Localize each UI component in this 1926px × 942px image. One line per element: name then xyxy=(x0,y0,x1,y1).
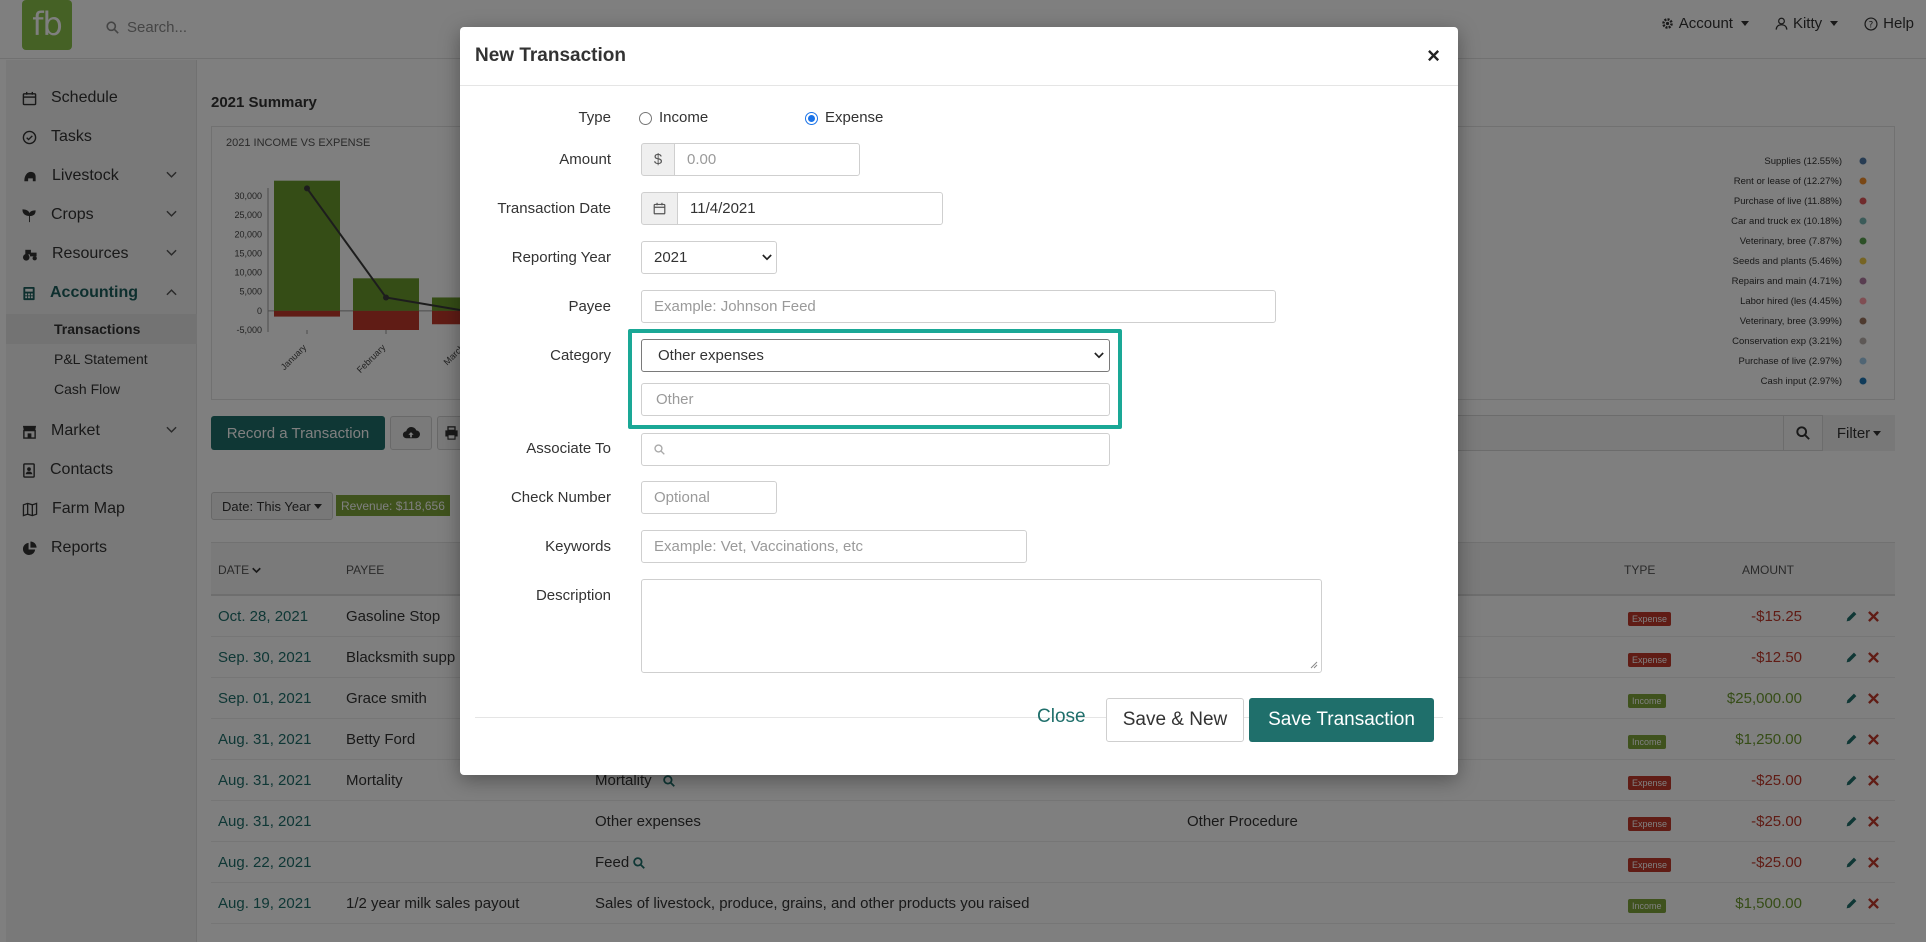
transaction-date-label: Transaction Date xyxy=(497,200,611,217)
chevron-down-icon xyxy=(762,254,772,261)
search-icon xyxy=(654,444,665,455)
description-label: Description xyxy=(535,587,611,604)
expense-radio-label[interactable]: Expense xyxy=(825,109,883,126)
amount-input[interactable]: 0.00 xyxy=(674,143,860,176)
check-number-label: Check Number xyxy=(510,489,611,506)
income-radio[interactable] xyxy=(639,112,652,125)
close-icon[interactable]: × xyxy=(1427,43,1440,69)
keywords-placeholder: Example: Vet, Vaccinations, etc xyxy=(654,538,863,555)
resize-handle-icon xyxy=(1310,661,1318,669)
keywords-label: Keywords xyxy=(545,538,611,555)
currency-addon: $ xyxy=(641,143,675,176)
income-radio-label[interactable]: Income xyxy=(659,109,708,126)
save-transaction-button[interactable]: Save Transaction xyxy=(1249,698,1434,742)
expense-radio[interactable] xyxy=(805,112,818,125)
associate-to-input[interactable] xyxy=(641,433,1110,466)
payee-input[interactable]: Example: Johnson Feed xyxy=(641,290,1276,323)
reporting-year-value: 2021 xyxy=(654,249,688,266)
date-addon[interactable] xyxy=(641,192,678,225)
payee-placeholder: Example: Johnson Feed xyxy=(654,298,816,315)
save-and-new-button[interactable]: Save & New xyxy=(1106,698,1244,742)
associate-to-label: Associate To xyxy=(526,440,611,457)
transaction-date-input[interactable]: 11/4/2021 xyxy=(677,192,943,225)
reporting-year-select[interactable]: 2021 xyxy=(641,241,777,274)
reporting-year-label: Reporting Year xyxy=(511,249,611,266)
close-button[interactable]: Close xyxy=(1037,706,1086,728)
modal-title: New Transaction xyxy=(475,45,626,66)
calendar-icon xyxy=(653,202,666,215)
amount-label: Amount xyxy=(559,151,611,168)
payee-label: Payee xyxy=(568,298,611,315)
check-placeholder: Optional xyxy=(654,489,710,506)
check-number-input[interactable]: Optional xyxy=(641,481,777,514)
category-highlight-box xyxy=(628,329,1122,429)
description-textarea[interactable] xyxy=(641,579,1322,673)
keywords-input[interactable]: Example: Vet, Vaccinations, etc xyxy=(641,530,1027,563)
category-label: Category xyxy=(550,347,611,364)
divider xyxy=(460,85,1458,86)
type-label: Type xyxy=(578,109,611,126)
amount-placeholder: 0.00 xyxy=(687,151,717,168)
